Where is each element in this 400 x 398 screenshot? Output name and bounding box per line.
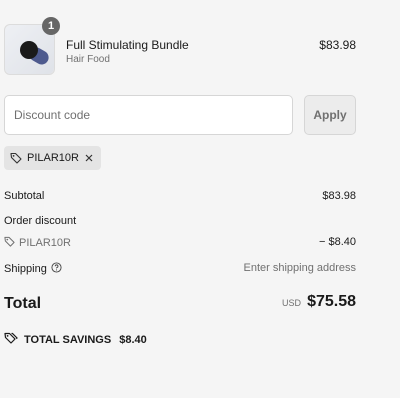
discount-form: Apply [4, 95, 356, 135]
savings-label: TOTAL SAVINGS [24, 333, 112, 346]
product-vendor: Hair Food [66, 54, 110, 65]
product-thumbnail: 1 [4, 17, 60, 75]
help-circle-icon[interactable] [51, 262, 62, 276]
quantity-badge: 1 [42, 17, 60, 35]
apply-button[interactable]: Apply [304, 95, 356, 135]
subtotal-label: Subtotal [4, 190, 45, 202]
total-label: Total [4, 295, 42, 312]
applied-discount-chip: PILAR10R [4, 146, 101, 170]
savings-tag-icon [4, 332, 18, 347]
discount-code-label: PILAR10R [19, 237, 71, 249]
product-price: $83.98 [319, 38, 356, 52]
currency-code: USD [282, 298, 302, 308]
order-summary: 1 Full Stimulating Bundle Hair Food $83.… [4, 0, 356, 398]
order-discount-label: Order discount [4, 215, 77, 227]
savings-value: $8.40 [119, 333, 147, 346]
total-row: Total USD $75.58 [4, 293, 356, 317]
applied-code-text: PILAR10R [27, 152, 79, 164]
tag-icon [10, 152, 22, 164]
total-value: $75.58 [307, 293, 356, 310]
product-name: Full Stimulating Bundle [66, 38, 189, 52]
subtotal-value: $83.98 [322, 190, 356, 202]
shipping-label: Shipping [4, 263, 47, 275]
discount-code-input[interactable] [4, 95, 293, 135]
shipping-value: Enter shipping address [243, 262, 356, 274]
close-icon[interactable] [84, 153, 94, 163]
total-savings: TOTAL SAVINGS $8.40 [4, 332, 147, 347]
line-item: 1 Full Stimulating Bundle Hair Food $83.… [4, 17, 356, 76]
tag-icon [4, 236, 15, 250]
discount-value: − $8.40 [318, 236, 356, 248]
